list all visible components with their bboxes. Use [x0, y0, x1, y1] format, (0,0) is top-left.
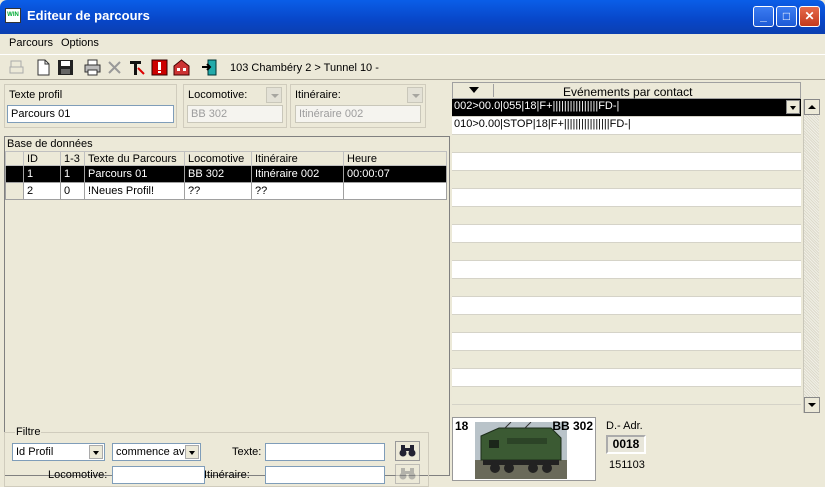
locomotive-dropdown-button[interactable]: [266, 87, 282, 103]
event-row-selected[interactable]: 002>00.0|055|18|F+||||||||||||||||FD-|: [452, 99, 801, 117]
event-row-empty[interactable]: [452, 135, 801, 153]
filter-group: Filtre Id Profil commence av Texte: Loco…: [4, 426, 429, 487]
profile-text-group: Texte profil Parcours 01: [4, 84, 177, 128]
event-row-empty[interactable]: [452, 387, 801, 405]
table-header: ID 1-3 Texte du Parcours Locomotive Itin…: [5, 151, 447, 166]
dadr-value: 0018: [606, 435, 646, 454]
locomotive-card: 18 BB 302: [452, 417, 596, 481]
binoculars-icon: [399, 445, 416, 457]
event-row-empty[interactable]: [452, 189, 801, 207]
event-row-empty[interactable]: [452, 153, 801, 171]
locomotive-group: Locomotive: BB 302: [183, 84, 287, 128]
window-title: Editeur de parcours: [27, 8, 150, 23]
itinerary-label: Itinéraire:: [295, 89, 341, 101]
database-panel: Base de données ID 1-3 Texte du Parcours…: [4, 136, 450, 476]
event-row-empty[interactable]: [452, 261, 801, 279]
filter-loco-label: Locomotive:: [48, 469, 108, 481]
itinerary-dropdown-button[interactable]: [407, 87, 423, 103]
col-id[interactable]: ID: [23, 151, 61, 166]
filter-text-input[interactable]: [265, 443, 385, 461]
filter-itin-input[interactable]: [265, 466, 385, 484]
filter-loco-input[interactable]: [112, 466, 205, 484]
itinerary-group: Itinéraire: Itinéraire 002: [290, 84, 426, 128]
events-list: 002>00.0|055|18|F+||||||||||||||||FD-| 0…: [452, 99, 801, 413]
col-heure[interactable]: Heure: [343, 151, 447, 166]
warning-icon[interactable]: [151, 59, 168, 76]
dadr-label: D.- Adr.: [606, 420, 643, 432]
event-row-empty[interactable]: [452, 351, 801, 369]
table-row[interactable]: 1 1 Parcours 01 BB 302 Itinéraire 002 00…: [5, 165, 447, 183]
events-dropdown-button[interactable]: [454, 84, 494, 97]
event-row[interactable]: 010>0.00|STOP|18|F+||||||||||||||||FD-|: [452, 117, 801, 135]
new-icon[interactable]: [35, 59, 52, 76]
title-bar: WIN Editeur de parcours _ □ ✕: [0, 0, 825, 34]
event-row-empty[interactable]: [452, 279, 801, 297]
print-preview-icon[interactable]: [8, 59, 25, 76]
chevron-down-icon: [89, 445, 103, 459]
event-row-empty[interactable]: [452, 225, 801, 243]
profile-text-label: Texte profil: [9, 89, 63, 101]
locomotive-field[interactable]: BB 302: [187, 105, 283, 123]
filter-field-select[interactable]: Id Profil: [12, 443, 105, 461]
event-row-empty[interactable]: [452, 369, 801, 387]
locomotive-name: BB 302: [552, 419, 593, 433]
menu-options[interactable]: Options: [61, 37, 99, 49]
app-icon: WIN: [5, 8, 21, 23]
locomotive-number: 18: [455, 419, 469, 433]
scroll-up-button[interactable]: [804, 99, 820, 115]
event-row-empty[interactable]: [452, 243, 801, 261]
search-button[interactable]: [395, 441, 420, 461]
database-title: Base de données: [7, 138, 93, 150]
events-scrollbar[interactable]: [803, 99, 820, 413]
exit-icon[interactable]: [201, 59, 218, 76]
print-icon[interactable]: [84, 59, 101, 76]
event-row-empty[interactable]: [452, 333, 801, 351]
maximize-button[interactable]: □: [776, 6, 797, 27]
event-row-empty[interactable]: [452, 171, 801, 189]
delete-icon[interactable]: [106, 59, 123, 76]
database-table: ID 1-3 Texte du Parcours Locomotive Itin…: [5, 151, 447, 200]
route-label: 103 Chambéry 2 > Tunnel 10 -: [230, 62, 379, 74]
profile-text-input[interactable]: Parcours 01: [7, 105, 174, 123]
save-icon[interactable]: [57, 59, 74, 76]
col-1-3[interactable]: 1-3: [60, 151, 85, 166]
text-t-icon[interactable]: [128, 59, 145, 76]
col-texte[interactable]: Texte du Parcours: [84, 151, 185, 166]
locomotive-label: Locomotive:: [188, 89, 248, 101]
filter-mode-select[interactable]: commence av: [112, 443, 201, 461]
event-row-empty[interactable]: [452, 207, 801, 225]
table-row[interactable]: 2 0 !Neues Profil! ?? ??: [5, 182, 447, 200]
minimize-button[interactable]: _: [753, 6, 774, 27]
right-pane: Evénements par contact 002>00.0|055|18|F…: [450, 80, 825, 487]
station-icon[interactable]: [173, 59, 190, 76]
search-button-2[interactable]: [395, 464, 420, 484]
toolbar: 103 Chambéry 2 > Tunnel 10 -: [0, 54, 825, 80]
close-button[interactable]: ✕: [799, 6, 820, 27]
events-header: Evénements par contact: [452, 82, 801, 99]
col-locomotive[interactable]: Locomotive: [184, 151, 252, 166]
binoculars-icon: [399, 468, 416, 480]
chevron-down-icon: [185, 445, 199, 459]
events-title: Evénements par contact: [563, 85, 693, 99]
row-indicator: [5, 182, 24, 200]
serial-number: 151103: [609, 459, 645, 471]
event-row-empty[interactable]: [452, 297, 801, 315]
chevron-down-icon[interactable]: [786, 100, 800, 114]
menu-bar: Parcours Options: [0, 34, 825, 53]
itinerary-field[interactable]: Itinéraire 002: [295, 105, 421, 123]
filter-title: Filtre: [15, 426, 42, 438]
col-itineraire[interactable]: Itinéraire: [251, 151, 344, 166]
scroll-down-button[interactable]: [804, 397, 820, 413]
filter-text-label: Texte:: [232, 446, 262, 458]
filter-itin-label: Itinéraire:: [204, 469, 250, 481]
row-indicator: [5, 165, 24, 183]
menu-parcours[interactable]: Parcours: [9, 37, 53, 49]
left-pane: Texte profil Parcours 01 Locomotive: BB …: [0, 80, 450, 487]
event-row-empty[interactable]: [452, 315, 801, 333]
